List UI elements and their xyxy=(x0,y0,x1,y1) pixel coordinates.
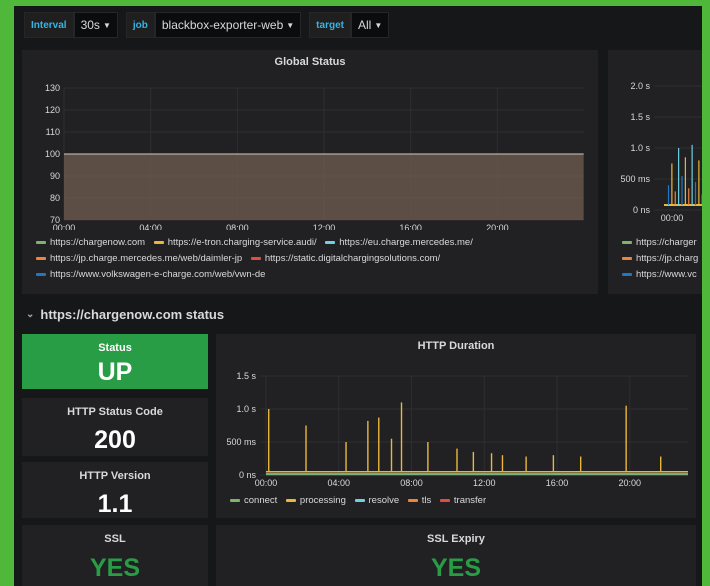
legend-swatch xyxy=(250,256,261,260)
chevron-down-icon: ⌄ xyxy=(26,309,35,320)
x-tick-label: 04:00 xyxy=(139,223,162,230)
caret-down-icon: ▼ xyxy=(102,20,111,30)
http-version-stat-panel[interactable]: HTTP Version 1.1 xyxy=(22,462,208,518)
legend-item[interactable]: https://e-tron.charging-service.audi/ xyxy=(153,235,317,251)
http-duration-legend: connect processing resolve tls transfer xyxy=(230,493,690,509)
legend-item[interactable]: https://chargenow.com xyxy=(36,235,145,251)
row-title: https://chargenow.com status xyxy=(40,307,225,322)
legend-swatch xyxy=(36,256,46,260)
job-select[interactable]: blackbox-exporter-web ▼ xyxy=(154,12,302,38)
target-select[interactable]: All ▼ xyxy=(350,12,390,38)
legend-item[interactable]: https://jp.charge.mercedes.me/web/daimle… xyxy=(36,251,242,267)
stat-value: 1.1 xyxy=(97,490,133,518)
http-duration-chart: 0 ns500 ms1.0 s1.5 s 00:00 04:00 08:00 12:0… xyxy=(226,371,688,488)
legend-swatch xyxy=(36,240,46,244)
interval-select[interactable]: 30s ▼ xyxy=(73,12,118,38)
legend-item[interactable]: https://www.vc xyxy=(622,267,697,283)
x-tick-label: 00:00 xyxy=(255,478,278,488)
caret-down-icon: ▼ xyxy=(286,20,295,30)
stat-value: YES xyxy=(430,554,482,582)
legend-swatch xyxy=(36,272,46,276)
variable-label: Interval xyxy=(24,12,74,38)
y-tick-label: 80 xyxy=(50,193,60,203)
stat-label: Status xyxy=(98,342,132,354)
legend-swatch xyxy=(325,240,336,244)
legend-swatch xyxy=(354,498,365,502)
stat-value: YES xyxy=(89,554,141,582)
variable-target: target All ▼ xyxy=(309,12,390,38)
x-tick-label: 16:00 xyxy=(399,223,422,230)
legend-item[interactable]: https://jp.charg xyxy=(622,251,698,267)
x-tick-label: 00:00 xyxy=(661,213,684,223)
caret-down-icon: ▼ xyxy=(374,20,383,30)
y-tick-label: 2.0 s xyxy=(630,81,650,91)
http-status-code-stat-panel[interactable]: HTTP Status Code 200 xyxy=(22,398,208,456)
http-duration-panel[interactable]: HTTP Duration 0 ns 500 ms 1.0 s 1.5 s 00:00… xyxy=(216,334,696,518)
global-status-legend: https://chargenow.com https://e-tron.cha… xyxy=(36,235,596,283)
stat-label: HTTP Status Code xyxy=(67,406,163,418)
y-tick-label: 500 ms xyxy=(620,174,650,184)
probe-duration-chart: 0 ns 500 ms 1.0 s 1.5 s 2.0 s 00:00 xyxy=(620,81,702,223)
x-tick-label: 00:00 xyxy=(53,223,76,230)
x-tick-label: 08:00 xyxy=(400,478,423,488)
x-tick-label: 08:00 xyxy=(226,223,249,230)
legend-item[interactable]: transfer xyxy=(439,493,486,509)
legend-item[interactable]: tls xyxy=(407,493,431,509)
ssl-expiry-stat-panel[interactable]: SSL Expiry YES xyxy=(216,525,696,586)
legend-item[interactable]: https://www.volkswagen-e-charge.com/web/… xyxy=(36,267,265,283)
y-tick-label: 0 ns xyxy=(633,205,651,215)
x-tick-label: 12:00 xyxy=(473,478,496,488)
y-tick-label: 110 xyxy=(46,127,60,137)
variable-label: job xyxy=(125,12,155,38)
legend-swatch xyxy=(153,240,164,244)
dashboard: Interval 30s ▼ job blackbox-exporter-web ▼… xyxy=(14,6,702,586)
x-tick-label: 16:00 xyxy=(546,478,569,488)
global-status-chart: 708090100110120130 00:00 04:00 08:00 12:00 1… xyxy=(45,83,584,230)
y-tick-label: 100 xyxy=(45,149,60,159)
y-tick-label: 130 xyxy=(45,83,60,93)
y-tick-label: 1.0 s xyxy=(630,143,650,153)
probe-duration-legend: https://charger https://jp.charg https:/… xyxy=(622,235,702,283)
row-header[interactable]: ⌄ https://chargenow.com status xyxy=(26,307,224,322)
legend-item[interactable]: processing xyxy=(285,493,346,509)
legend-item[interactable]: resolve xyxy=(354,493,399,509)
x-tick-label: 12:00 xyxy=(313,223,336,230)
ssl-stat-panel[interactable]: SSL YES xyxy=(22,525,208,586)
legend-item[interactable]: connect xyxy=(230,493,277,509)
legend-item[interactable]: https://charger xyxy=(622,235,697,251)
legend-swatch xyxy=(622,272,632,276)
y-tick-label: 500 ms xyxy=(226,437,256,447)
stat-label: SSL xyxy=(104,533,126,545)
x-tick-label: 20:00 xyxy=(619,478,642,488)
x-tick-label: 20:00 xyxy=(486,223,509,230)
stat-value: UP xyxy=(97,358,133,386)
stat-value: 200 xyxy=(94,426,136,454)
legend-item[interactable]: https://eu.charge.mercedes.me/ xyxy=(325,235,473,251)
legend-swatch xyxy=(622,256,632,260)
variables-toolbar: Interval 30s ▼ job blackbox-exporter-web ▼… xyxy=(24,12,390,38)
legend-swatch xyxy=(439,498,450,502)
y-tick-label: 90 xyxy=(50,171,60,181)
variable-label: target xyxy=(309,12,351,38)
probe-duration-panel[interactable]: 0 ns 500 ms 1.0 s 1.5 s 2.0 s 00:00 https://… xyxy=(608,50,702,294)
y-tick-label: 1.5 s xyxy=(630,112,650,122)
variable-job: job blackbox-exporter-web ▼ xyxy=(125,12,302,38)
y-tick-label: 1.0 s xyxy=(236,404,256,414)
y-tick-label: 1.5 s xyxy=(236,371,256,381)
status-stat-panel[interactable]: Status UP xyxy=(22,334,208,389)
legend-swatch xyxy=(285,498,296,502)
legend-swatch xyxy=(622,240,632,244)
global-status-panel[interactable]: Global Status 70 80 90 100 110 120 130 00:00 04… xyxy=(22,50,598,294)
y-tick-label: 120 xyxy=(45,105,60,115)
legend-swatch xyxy=(230,498,240,502)
chart-area-chargenow xyxy=(64,154,584,220)
stat-label: HTTP Version xyxy=(79,470,151,482)
stat-label: SSL Expiry xyxy=(427,533,485,545)
x-tick-label: 04:00 xyxy=(327,478,350,488)
legend-item[interactable]: https://static.digitalchargingsolutions.… xyxy=(250,251,440,267)
variable-interval: Interval 30s ▼ xyxy=(24,12,118,38)
legend-swatch xyxy=(407,498,418,502)
